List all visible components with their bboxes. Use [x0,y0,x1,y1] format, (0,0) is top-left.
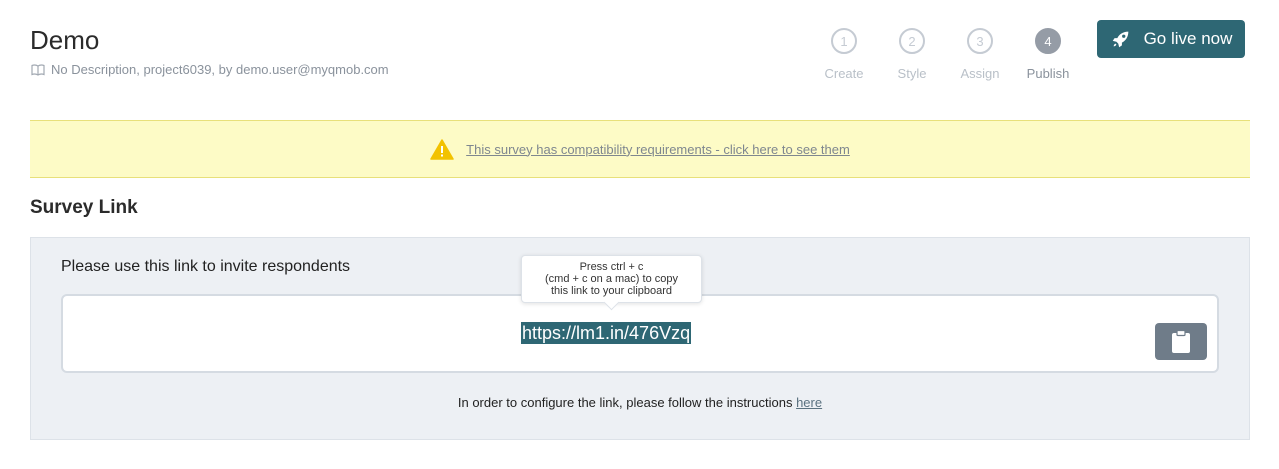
step-style[interactable]: 2 Style [878,28,946,81]
survey-link-panel: Please use this link to invite responden… [30,237,1250,440]
step-publish[interactable]: 4 Publish [1014,28,1082,81]
compatibility-requirements-link[interactable]: This survey has compatibility requiremen… [466,142,850,157]
copy-hint-tooltip: Press ctrl + c (cmd + c on a mac) to cop… [521,255,702,303]
description-text: No Description, project6039, by demo.use… [51,62,389,77]
step-label: Publish [1026,66,1070,81]
page-title: Demo [30,25,100,55]
warning-triangle-icon [430,138,454,160]
step-label: Assign [960,66,1000,81]
go-live-label: Go live now [1143,29,1233,48]
instructions-text: In order to configure the link, please f… [457,395,793,410]
book-icon [31,63,45,76]
tooltip-line: Press ctrl + c [579,261,644,273]
invite-label: Please use this link to invite responden… [61,258,351,275]
project-description: No Description, project6039, by demo.use… [31,62,389,77]
compatibility-warning-banner: This survey has compatibility requiremen… [30,120,1250,178]
copy-to-clipboard-button[interactable] [1155,323,1207,360]
step-number: 2 [899,28,925,54]
step-label: Create [824,66,864,81]
tooltip-line: (cmd + c on a mac) to copy [545,273,678,285]
step-assign[interactable]: 3 Assign [946,28,1014,81]
step-create[interactable]: 1 Create [810,28,878,81]
step-number: 4 [1035,28,1061,54]
clipboard-icon [1172,329,1190,353]
survey-url[interactable]: https://lm1.in/476Vzq [521,322,692,344]
link-instructions: In order to configure the link, please f… [31,395,1249,410]
rocket-icon [1112,31,1128,48]
go-live-button[interactable]: Go live now [1097,20,1245,58]
tooltip-line: this link to your clipboard [550,285,673,297]
step-number: 1 [831,28,857,54]
step-number: 3 [967,28,993,54]
survey-link-heading: Survey Link [30,197,138,218]
instructions-here-link[interactable]: here [796,395,822,410]
progress-steps: 1 Create 2 Style 3 Assign 4 Publish [810,28,1082,81]
step-label: Style [897,66,927,81]
survey-link-field[interactable]: https://lm1.in/476Vzq [61,294,1219,373]
